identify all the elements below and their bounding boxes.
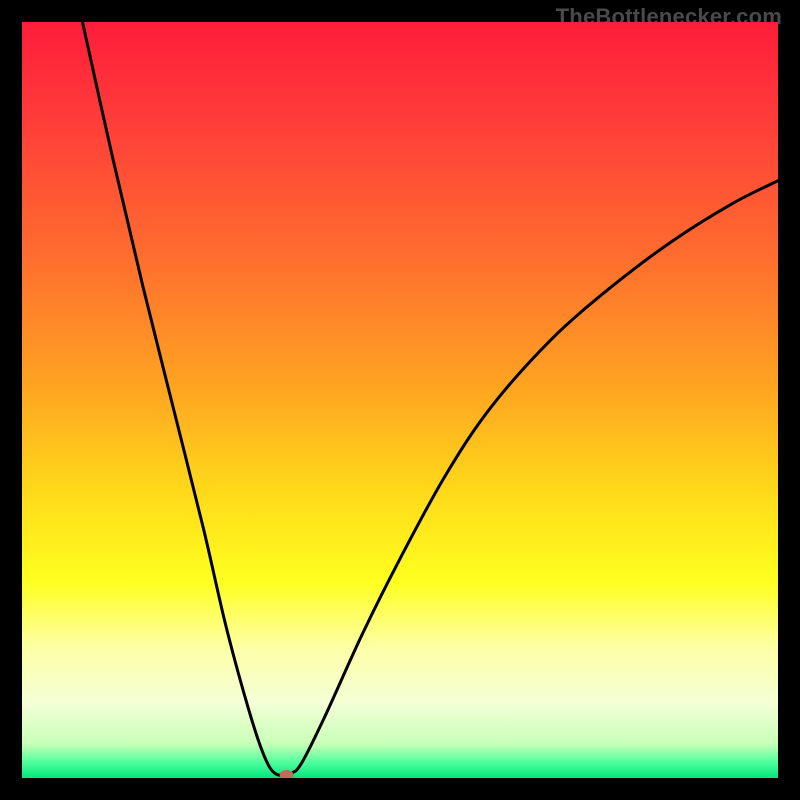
bottleneck-chart (22, 22, 778, 778)
plot-area (22, 22, 778, 778)
gradient-background (22, 22, 778, 778)
chart-frame: TheBottlenecker.com (0, 0, 800, 800)
